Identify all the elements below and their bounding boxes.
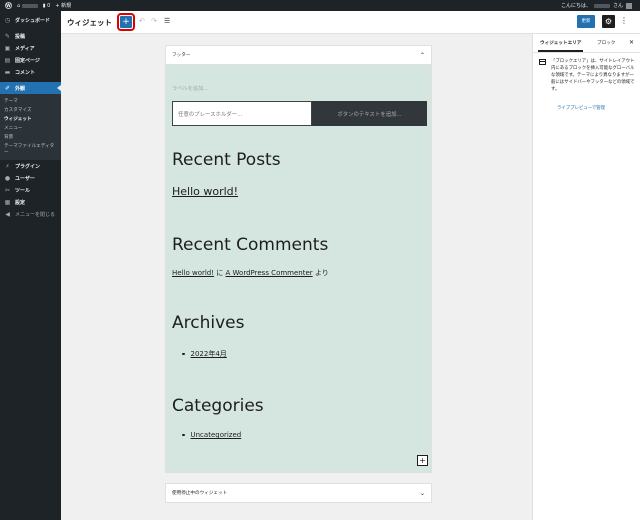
block-inserter-button[interactable]: + (116, 12, 136, 32)
redo-icon[interactable]: ↷ (151, 17, 157, 25)
tab-widget-area[interactable]: ウィジェットエリア (537, 40, 584, 52)
recent-comments-heading: Recent Comments (172, 235, 329, 255)
sidebar-item-comments[interactable]: ▬ コメント (0, 66, 61, 78)
undo-icon[interactable]: ↶ (139, 17, 145, 25)
collapse-icon: ◀ (5, 210, 10, 218)
comment-post-link[interactable]: Hello world! (172, 269, 214, 277)
appearance-submenu: テーマ カスタマイズ ウィジェット メニュー 背景 テーマファイルエディター (0, 94, 61, 160)
editor-header: ウィジェット + ↶ ↷ ☰ 更新 ⚙ ⋮ (61, 11, 640, 34)
sidebar-item-appearance[interactable]: ✐ 外観 (0, 82, 61, 94)
settings-sidebar: ウィジェットエリア ブロック ✕ 「ブロックエリア」は、サイトレイアウト内にある… (532, 34, 640, 520)
archive-link[interactable]: 2022年4月 (191, 349, 227, 359)
sidebar-item-dashboard[interactable]: ◷ ダッシュボード (0, 14, 61, 26)
footer-widget-area: フッター ⌃ ラベルを追加... 任意のプレースホルダー... ボタンのテキスト… (165, 45, 432, 473)
comment-author-link[interactable]: A WordPress Commenter (226, 269, 313, 277)
page-icon: ▤ (4, 56, 11, 64)
submenu-item-menus[interactable]: メニュー (0, 124, 61, 133)
account-menu[interactable]: こんにちは、 さん (561, 0, 632, 11)
live-preview-link[interactable]: ライブプレビューで管理 (557, 105, 605, 111)
submenu-item-customize[interactable]: カスタマイズ (0, 106, 61, 115)
search-button[interactable]: ボタンのテキストを追加... (312, 101, 427, 126)
media-icon: ▣ (4, 44, 11, 52)
comments-link[interactable]: ▮ 0 (43, 3, 51, 9)
categories-heading: Categories (172, 396, 264, 416)
sidebar-item-pages[interactable]: ▤ 固定ページ (0, 54, 61, 66)
new-content-link[interactable]: + 新規 (55, 2, 71, 10)
dashboard-icon: ◷ (4, 16, 11, 24)
pin-icon: ✎ (4, 32, 11, 40)
admin-sidebar: ◷ ダッシュボード ✎ 投稿 ▣ メディア ▤ 固定ページ ▬ コメント ✐ 外観 テーマ … (0, 11, 61, 520)
submenu-item-background[interactable]: 背景 (0, 133, 61, 142)
list-view-icon[interactable]: ☰ (164, 17, 170, 25)
widget-area-description: 「ブロックエリア」は、サイトレイアウト内にあるブロックを挿入可能なグローバルな領… (551, 59, 635, 92)
list-item: 2022年4月 (182, 349, 227, 359)
plus-icon: + (55, 2, 60, 9)
search-input[interactable]: 任意のプレースホルダー... (172, 101, 312, 126)
inactive-widgets-area[interactable]: 使用停止中のウィジェット ⌄ (165, 483, 432, 503)
sidebar-item-settings[interactable]: ▦ 設定 (0, 196, 61, 208)
tools-icon: ✂ (4, 186, 11, 194)
chevron-up-icon[interactable]: ⌃ (420, 52, 425, 59)
avatar (626, 2, 632, 9)
sidebar-item-plugins[interactable]: ⚡ プラグイン (0, 160, 61, 172)
footer-area-body: ラベルを追加... 任意のプレースホルダー... ボタンのテキストを追加... … (166, 65, 431, 472)
update-button[interactable]: 更新 (577, 15, 595, 28)
username (593, 3, 610, 8)
bullet-icon (182, 352, 185, 356)
site-name (21, 3, 38, 8)
user-icon: ● (4, 174, 11, 182)
search-label[interactable]: ラベルを追加... (172, 85, 208, 92)
recent-comment-item: Hello world! に A WordPress Commenter より (172, 269, 329, 277)
collapse-menu-button[interactable]: ◀ メニューを閉じる (0, 208, 61, 220)
wordpress-logo-icon[interactable]: W (5, 2, 12, 9)
more-options-icon[interactable]: ⋮ (620, 16, 628, 25)
category-link[interactable]: Uncategorized (191, 431, 242, 439)
sidebar-item-users[interactable]: ● ユーザー (0, 172, 61, 184)
recent-posts-heading: Recent Posts (172, 150, 281, 170)
home-icon[interactable]: ⌂ (17, 3, 38, 9)
recent-post-link[interactable]: Hello world! (172, 185, 238, 198)
sidebar-item-tools[interactable]: ✂ ツール (0, 184, 61, 196)
sidebar-item-posts[interactable]: ✎ 投稿 (0, 30, 61, 42)
list-item: Uncategorized (182, 431, 241, 439)
admin-bar: W ⌂ ▮ 0 + 新規 こんにちは、 さん (0, 0, 640, 11)
add-block-button[interactable]: + (417, 455, 428, 466)
settings-tabs: ウィジェットエリア ブロック ✕ (533, 34, 640, 53)
block-area-icon (539, 59, 546, 65)
plugin-icon: ⚡ (5, 162, 10, 170)
comment-icon: ▮ (42, 2, 46, 9)
archives-heading: Archives (172, 313, 245, 333)
settings-icon: ▦ (4, 198, 11, 206)
page-title: ウィジェット (67, 18, 112, 27)
tab-block[interactable]: ブロック (597, 40, 615, 46)
submenu-item-widgets[interactable]: ウィジェット (0, 115, 61, 124)
bullet-icon (182, 433, 185, 437)
appearance-icon: ✐ (4, 84, 11, 92)
search-block: 任意のプレースホルダー... ボタンのテキストを追加... (172, 101, 427, 126)
submenu-item-themes[interactable]: テーマ (0, 97, 61, 106)
footer-area-header[interactable]: フッター ⌃ (166, 46, 431, 65)
close-icon[interactable]: ✕ (629, 39, 634, 46)
editor-canvas: フッター ⌃ ラベルを追加... 任意のプレースホルダー... ボタンのテキスト… (61, 34, 532, 520)
submenu-item-theme-editor[interactable]: テーマファイルエディター (0, 142, 61, 157)
gear-icon[interactable]: ⚙ (602, 15, 615, 28)
chevron-down-icon[interactable]: ⌄ (420, 490, 425, 497)
sidebar-item-media[interactable]: ▣ メディア (0, 42, 61, 54)
comment-icon: ▬ (4, 68, 11, 76)
